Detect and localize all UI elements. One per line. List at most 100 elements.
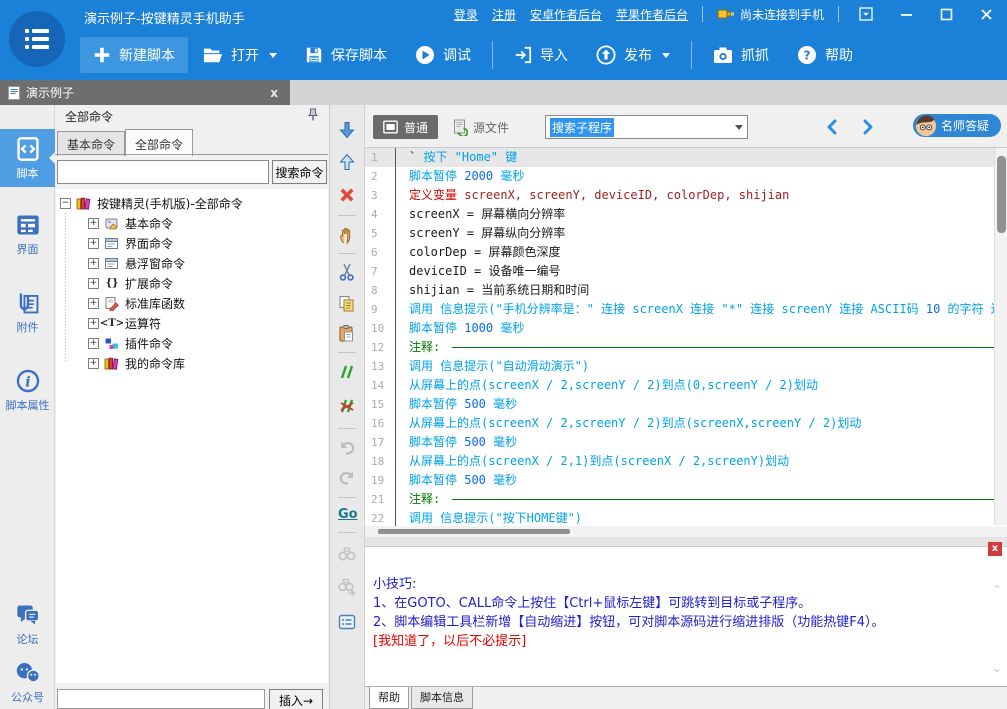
tree-item[interactable]: +<T>运算符: [56, 313, 328, 333]
horizontal-scrollbar[interactable]: [365, 526, 1007, 537]
code-line[interactable]: 5screenY = 屏幕纵向分辨率: [365, 224, 1007, 243]
tree-expand-icon[interactable]: +: [88, 338, 99, 349]
code-line[interactable]: 14从屏幕上的点(screenX / 2,screenY / 2)到点(0,sc…: [365, 376, 1007, 395]
code-line[interactable]: 21注释:: [365, 490, 1007, 509]
code-line[interactable]: 3定义变量 screenX, screenY, deviceID, colorD…: [365, 186, 1007, 205]
tree-expand-icon[interactable]: +: [88, 218, 99, 229]
sidebar-item-attachment[interactable]: 附件: [0, 283, 55, 341]
tree-expand-icon[interactable]: +: [88, 358, 99, 369]
code-line[interactable]: 15脚本暂停 500 毫秒: [365, 395, 1007, 414]
tree-item[interactable]: +{}扩展命令: [56, 273, 328, 293]
capture-button[interactable]: 抓抓: [700, 37, 782, 73]
collapse-window-button[interactable]: [853, 5, 879, 23]
uncomment-button[interactable]: [337, 396, 357, 416]
code-line[interactable]: 9调用 信息提示("手机分辨率是：" 连接 screenX 连接 "*" 连接 …: [365, 300, 1007, 319]
tree-item[interactable]: +界面命令: [56, 233, 328, 253]
code-line[interactable]: 13调用 信息提示("自动滑动演示"): [365, 357, 1007, 376]
hand-button[interactable]: [337, 226, 357, 246]
delete-button[interactable]: [337, 185, 357, 205]
code-line[interactable]: 12注释:: [365, 338, 1007, 357]
publish-button[interactable]: 发布: [583, 37, 683, 73]
tab-all-commands[interactable]: 全部命令: [125, 129, 193, 156]
insert-input[interactable]: [57, 689, 265, 709]
register-link[interactable]: 注册: [492, 6, 516, 23]
code-line[interactable]: 16从屏幕上的点(screenX / 2,screenY / 2)到点(scre…: [365, 414, 1007, 433]
teacher-qa-button[interactable]: 名师答疑: [913, 114, 1001, 137]
tips-close-button[interactable]: x: [988, 542, 1002, 556]
main-menu-button[interactable]: [9, 11, 65, 67]
form-button[interactable]: [337, 612, 357, 632]
tab-script-info[interactable]: 脚本信息: [411, 687, 473, 709]
pin-icon[interactable]: [307, 108, 319, 124]
sidebar-item-wechat[interactable]: 公众号: [0, 653, 55, 709]
command-search-input[interactable]: [57, 160, 269, 184]
code-line[interactable]: 22调用 信息提示("按下HOME键"): [365, 509, 1007, 526]
tree-item[interactable]: +基本命令: [56, 213, 328, 233]
tab-help[interactable]: 帮助: [369, 687, 409, 709]
login-link[interactable]: 登录: [454, 6, 478, 23]
goto-button[interactable]: Go: [338, 507, 358, 522]
sidebar-item-script[interactable]: 脚本: [0, 129, 55, 187]
code-line[interactable]: 10脚本暂停 1000 毫秒: [365, 319, 1007, 338]
open-button[interactable]: 打开: [190, 37, 290, 73]
tree-collapse-icon[interactable]: −: [60, 198, 71, 209]
scroll-down-icon[interactable]: ⌄: [992, 661, 1002, 675]
help-button[interactable]: ? 帮助: [784, 37, 866, 73]
redo-button[interactable]: [337, 468, 357, 488]
scroll-up-icon[interactable]: ⌃: [992, 583, 1002, 597]
tab-basic-commands[interactable]: 基本命令: [57, 131, 125, 156]
subroutine-search-combobox[interactable]: 搜索子程序: [545, 115, 748, 139]
move-up-button[interactable]: [337, 152, 357, 172]
code-line[interactable]: 2脚本暂停 2000 毫秒: [365, 167, 1007, 186]
tree-expand-icon[interactable]: +: [88, 258, 99, 269]
move-down-button[interactable]: [337, 120, 357, 140]
insert-button[interactable]: 插入→: [269, 689, 323, 709]
maximize-button[interactable]: [933, 5, 959, 23]
navigate-back-button[interactable]: [823, 117, 843, 137]
code-line[interactable]: 19脚本暂停 500 毫秒: [365, 471, 1007, 490]
document-tab[interactable]: 演示例子 x: [0, 80, 290, 105]
tree-expand-icon[interactable]: +: [88, 238, 99, 249]
tree-expand-icon[interactable]: +: [88, 278, 99, 289]
debug-button[interactable]: 调试: [402, 37, 484, 73]
tree-item[interactable]: +插件命令: [56, 333, 328, 353]
code-editor[interactable]: 1` 按下 "Home" 键2脚本暂停 2000 毫秒3定义变量 screenX…: [365, 147, 1007, 526]
code-line[interactable]: 8shijian = 当前系统日期和时间: [365, 281, 1007, 300]
tree-root[interactable]: −按键精灵(手机版)-全部命令: [56, 193, 328, 213]
code-line[interactable]: 1` 按下 "Home" 键: [365, 148, 1007, 167]
code-line[interactable]: 7deviceID = 设备唯一编号: [365, 262, 1007, 281]
undo-button[interactable]: [337, 438, 357, 458]
save-script-button[interactable]: 保存脚本: [292, 37, 400, 73]
sidebar-item-forum[interactable]: 论坛: [0, 595, 55, 653]
code-line[interactable]: 18从屏幕上的点(screenX / 2,1)到点(screenX / 2,sc…: [365, 452, 1007, 471]
copy-button[interactable]: [337, 294, 357, 314]
tree-item[interactable]: +我的命令库: [56, 353, 328, 373]
tree-expand-icon[interactable]: +: [88, 298, 99, 309]
navigate-forward-button[interactable]: [857, 117, 877, 137]
command-search-button[interactable]: 搜索命令: [272, 160, 327, 184]
view-source-button[interactable]: 源文件: [453, 115, 509, 139]
minimize-button[interactable]: [893, 5, 919, 23]
sidebar-item-ui[interactable]: 界面: [0, 205, 55, 263]
paste-button[interactable]: [337, 324, 357, 344]
android-author-link[interactable]: 安卓作者后台: [530, 6, 602, 23]
tree-item[interactable]: +悬浮窗命令: [56, 253, 328, 273]
sidebar-item-script-properties[interactable]: i 脚本属性: [0, 361, 55, 419]
code-line[interactable]: 17脚本暂停 500 毫秒: [365, 433, 1007, 452]
find-button[interactable]: [337, 545, 357, 565]
cut-button[interactable]: [337, 262, 357, 282]
code-line[interactable]: 6colorDep = 屏幕颜色深度: [365, 243, 1007, 262]
vertical-scrollbar[interactable]: [994, 148, 1007, 525]
vertical-scrollbar-thumb[interactable]: [997, 156, 1006, 233]
import-button[interactable]: 导入: [501, 37, 581, 73]
horizontal-scrollbar-thumb[interactable]: [378, 529, 570, 534]
tree-item[interactable]: +标准库函数: [56, 293, 328, 313]
ios-author-link[interactable]: 苹果作者后台: [616, 6, 688, 23]
new-script-button[interactable]: 新建脚本: [80, 37, 188, 73]
document-tab-close-icon[interactable]: x: [266, 86, 282, 100]
close-button[interactable]: [973, 5, 999, 23]
view-normal-button[interactable]: 普通: [373, 115, 438, 139]
code-line[interactable]: 4screenX = 屏幕横向分辨率: [365, 205, 1007, 224]
tips-dismiss-link[interactable]: [我知道了，以后不必提示]: [373, 632, 987, 651]
comment-button[interactable]: [337, 362, 357, 382]
